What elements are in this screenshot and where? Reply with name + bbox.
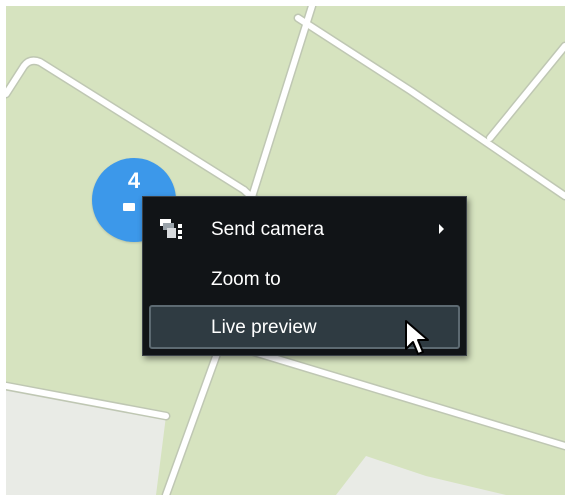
menu-item-label: Send camera [211, 219, 325, 240]
menu-item-send-camera[interactable]: Send camera [149, 207, 460, 251]
menu-item-zoom-to[interactable]: Zoom to [149, 257, 460, 301]
cluster-count: 4 [127, 168, 141, 193]
menu-item-label: Zoom to [211, 269, 281, 290]
camera-icon [123, 203, 135, 211]
mouse-pointer-icon [405, 320, 429, 355]
submenu-arrow-icon [439, 224, 444, 234]
send-camera-icon [160, 219, 182, 239]
menu-item-label: Live preview [211, 317, 317, 338]
